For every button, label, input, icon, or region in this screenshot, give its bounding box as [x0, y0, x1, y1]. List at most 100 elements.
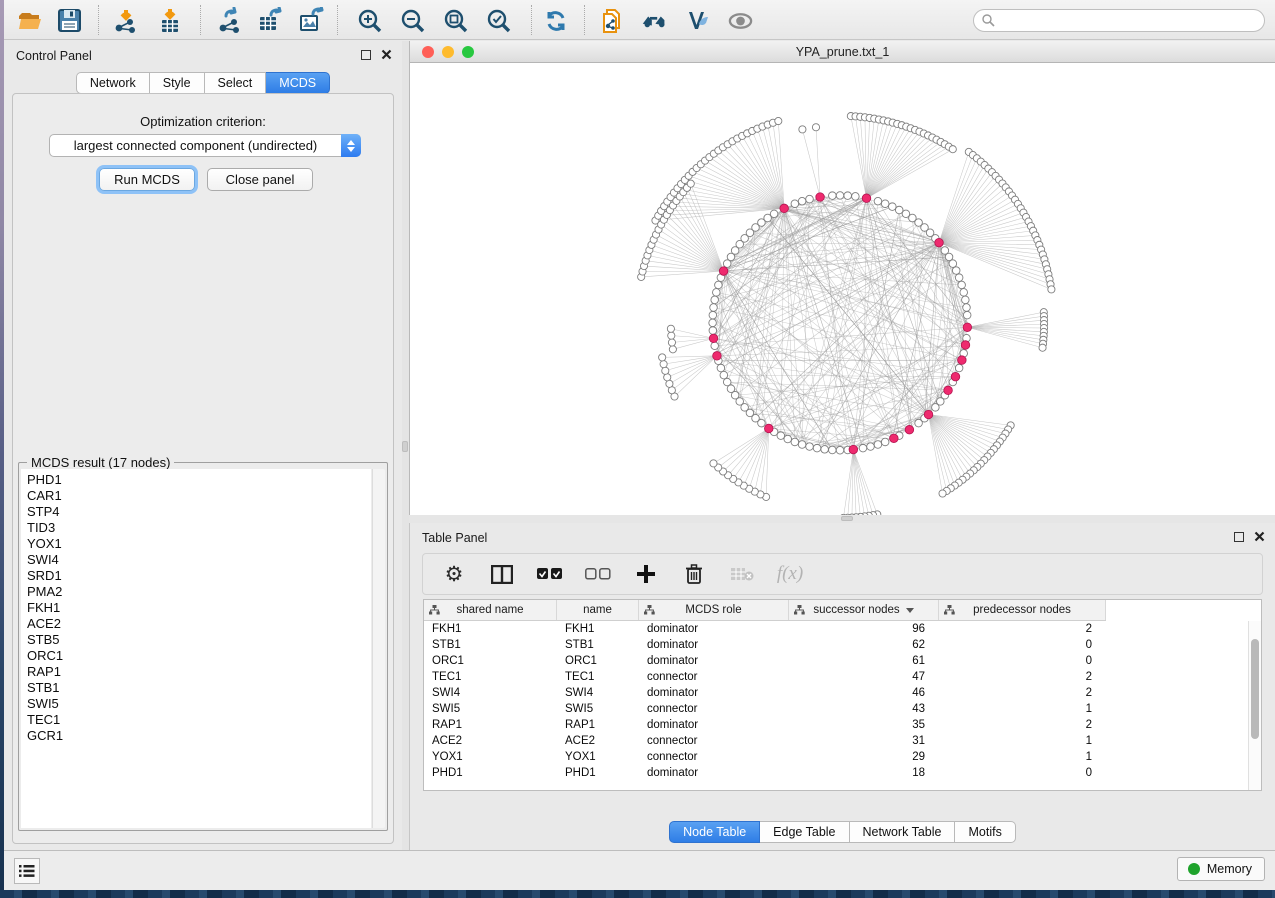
- tab-motifs[interactable]: Motifs: [955, 821, 1015, 843]
- memory-label: Memory: [1207, 862, 1252, 876]
- tab-mcds[interactable]: MCDS: [266, 72, 330, 94]
- show-hide-icon[interactable]: [727, 7, 754, 34]
- table-row[interactable]: FKH1FKH1dominator962: [424, 621, 1248, 637]
- splitter-grip[interactable]: [402, 441, 408, 452]
- table-cell: 1: [939, 733, 1106, 749]
- mcds-result-list[interactable]: PHD1CAR1STP4TID3YOX1SWI4SRD1PMA2FKH1ACE2…: [21, 469, 371, 828]
- import-table-icon[interactable]: [156, 7, 183, 34]
- zoom-selected-icon[interactable]: [485, 7, 512, 34]
- export-network-icon[interactable]: [216, 7, 243, 34]
- mcds-result-item[interactable]: STB5: [27, 632, 371, 648]
- select-all-icon[interactable]: [537, 561, 563, 587]
- network-graph[interactable]: [410, 63, 1275, 515]
- table-cell: 2: [939, 621, 1106, 637]
- table-row[interactable]: YOX1YOX1connector291: [424, 749, 1248, 765]
- table-row[interactable]: TEC1TEC1connector472: [424, 669, 1248, 685]
- mcds-result-item[interactable]: GCR1: [27, 728, 371, 744]
- network-canvas[interactable]: [410, 63, 1275, 515]
- table-row[interactable]: RAP1RAP1dominator352: [424, 717, 1248, 733]
- scrollbar-thumb[interactable]: [1251, 639, 1259, 739]
- close-panel-button[interactable]: Close panel: [207, 168, 313, 191]
- tab-style[interactable]: Style: [150, 72, 205, 94]
- table-cell: RAP1: [557, 717, 639, 733]
- dropdown-stepper-icon: [341, 134, 361, 157]
- mcds-result-item[interactable]: ORC1: [27, 648, 371, 664]
- new-network-from-selection-icon[interactable]: [598, 7, 625, 34]
- mcds-result-item[interactable]: SWI5: [27, 696, 371, 712]
- search-input[interactable]: [995, 14, 1245, 28]
- table-cell: connector: [639, 701, 789, 717]
- split-panel-icon[interactable]: [489, 561, 515, 587]
- close-panel-icon[interactable]: [1254, 531, 1265, 542]
- gear-icon[interactable]: ⚙: [441, 561, 467, 587]
- zoom-in-icon[interactable]: [356, 7, 383, 34]
- close-panel-icon[interactable]: [381, 49, 392, 60]
- mcds-result-item[interactable]: STB1: [27, 680, 371, 696]
- mcds-result-item[interactable]: FKH1: [27, 600, 371, 616]
- mcds-result-item[interactable]: CAR1: [27, 488, 371, 504]
- table-row[interactable]: SWI4SWI4dominator462: [424, 685, 1248, 701]
- mcds-result-item[interactable]: TID3: [27, 520, 371, 536]
- tab-select[interactable]: Select: [205, 72, 267, 94]
- mcds-result-item[interactable]: PHD1: [27, 472, 371, 488]
- splitter-grip[interactable]: [841, 516, 853, 521]
- network-view-titlebar[interactable]: YPA_prune.txt_1: [410, 41, 1275, 63]
- save-session-icon[interactable]: [56, 7, 83, 34]
- import-network-icon[interactable]: [112, 7, 139, 34]
- table-cell: SWI5: [557, 701, 639, 717]
- horizontal-splitter[interactable]: [409, 515, 1275, 523]
- table-scrollbar[interactable]: [1248, 621, 1261, 790]
- column-header-predecessor-nodes[interactable]: predecessor nodes: [939, 600, 1106, 620]
- table-row[interactable]: ORC1ORC1dominator610: [424, 653, 1248, 669]
- table-cell: 0: [939, 653, 1106, 669]
- float-panel-icon[interactable]: [1234, 532, 1244, 542]
- vertical-splitter[interactable]: [402, 41, 409, 850]
- mcds-result-item[interactable]: PMA2: [27, 584, 371, 600]
- memory-button[interactable]: Memory: [1177, 857, 1265, 881]
- mcds-result-item[interactable]: TEC1: [27, 712, 371, 728]
- table-row[interactable]: PHD1PHD1dominator180: [424, 765, 1248, 781]
- node-table[interactable]: shared name name MCDS role successor nodes p…: [423, 599, 1262, 791]
- show-panel-list-icon[interactable]: [14, 858, 40, 884]
- mcds-result-item[interactable]: RAP1: [27, 664, 371, 680]
- zoom-out-icon[interactable]: [399, 7, 426, 34]
- table-cell: 61: [789, 653, 939, 669]
- mcds-result-item[interactable]: YOX1: [27, 536, 371, 552]
- open-file-icon[interactable]: [16, 7, 43, 34]
- column-header-shared-name[interactable]: shared name: [424, 600, 557, 620]
- column-header-label: successor nodes: [813, 604, 899, 616]
- column-header-label: name: [583, 604, 612, 616]
- column-header-MCDS-role[interactable]: MCDS role: [639, 600, 789, 620]
- table-row[interactable]: STB1STB1dominator620: [424, 637, 1248, 653]
- tab-network[interactable]: Network: [76, 72, 150, 94]
- first-neighbors-icon[interactable]: [641, 7, 668, 34]
- network-column-icon: [794, 605, 805, 615]
- mcds-list-scrollbar[interactable]: [372, 469, 385, 828]
- deselect-all-icon[interactable]: [585, 561, 611, 587]
- zoom-fit-icon[interactable]: [442, 7, 469, 34]
- column-header-successor-nodes[interactable]: successor nodes: [789, 600, 939, 620]
- mcds-result-item[interactable]: ACE2: [27, 616, 371, 632]
- desktop-bottom-strip: [0, 890, 1275, 898]
- export-image-icon[interactable]: [298, 7, 325, 34]
- add-column-icon[interactable]: [633, 561, 659, 587]
- refresh-icon[interactable]: [542, 7, 569, 34]
- table-row[interactable]: SWI5SWI5connector431: [424, 701, 1248, 717]
- vizmapper-icon[interactable]: [684, 7, 711, 34]
- tab-edge-table[interactable]: Edge Table: [760, 821, 849, 843]
- mcds-result-item[interactable]: STP4: [27, 504, 371, 520]
- tab-node-table[interactable]: Node Table: [669, 821, 760, 843]
- export-table-icon[interactable]: [257, 7, 284, 34]
- delete-icon[interactable]: [681, 561, 707, 587]
- mcds-result-item[interactable]: SWI4: [27, 552, 371, 568]
- optimization-criterion-dropdown[interactable]: largest connected component (undirected): [49, 134, 361, 157]
- table-cell: 35: [789, 717, 939, 733]
- run-mcds-button[interactable]: Run MCDS: [99, 168, 195, 191]
- tab-network-table[interactable]: Network Table: [850, 821, 956, 843]
- mcds-result-item[interactable]: SRD1: [27, 568, 371, 584]
- column-header-name[interactable]: name: [557, 600, 639, 620]
- table-cell: ACE2: [424, 733, 557, 749]
- table-row[interactable]: ACE2ACE2connector311: [424, 733, 1248, 749]
- dropdown-value: largest connected component (undirected): [50, 138, 341, 153]
- float-panel-icon[interactable]: [361, 50, 371, 60]
